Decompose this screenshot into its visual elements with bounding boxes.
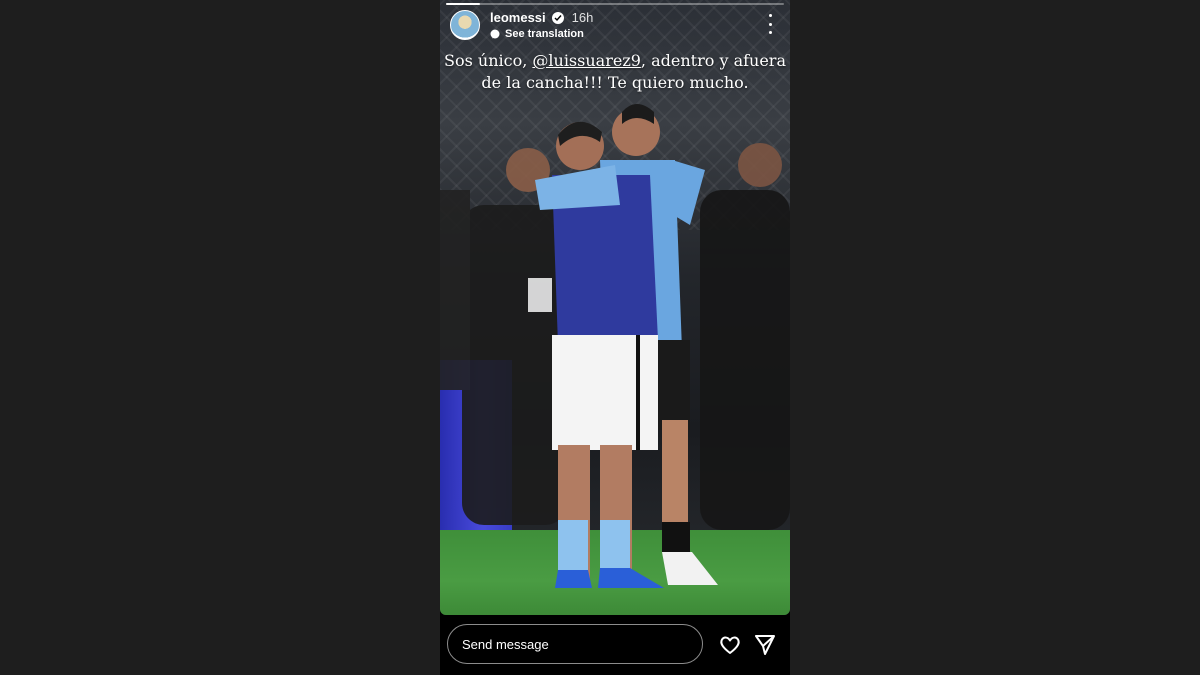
send-message-input[interactable]: Send message [447,624,703,664]
story-progress-bar [446,3,784,5]
story-meta: leomessi 16h See translation [490,10,593,40]
heart-icon[interactable] [718,633,742,657]
see-translation-link[interactable]: See translation [505,28,584,40]
story-header: leomessi 16h See translation [450,10,780,44]
bg-person [738,143,782,187]
story-caption: Sos único, @luissuarez9, adentro y afuer… [440,50,790,94]
translate-icon [490,29,500,39]
story-viewer: leomessi 16h See translation Sos único, … [440,0,790,675]
story-user-row: leomessi 16h [490,10,593,25]
verified-badge-icon [551,11,564,24]
bg-person [700,190,790,530]
accreditation-badge [528,278,552,312]
profile-avatar[interactable] [450,10,480,40]
translation-row[interactable]: See translation [490,28,593,40]
caption-mention-link[interactable]: @luissuarez9 [532,51,641,70]
story-progress-fill [446,3,480,5]
story-reply-bar: Send message [440,615,790,675]
username[interactable]: leomessi [490,10,546,25]
send-paper-plane-icon[interactable] [753,633,777,657]
story-timestamp: 16h [571,10,594,25]
bg-person [440,190,470,390]
story-photo[interactable]: leomessi 16h See translation Sos único, … [440,0,790,615]
bg-person [462,205,567,525]
more-vertical-icon[interactable] [762,14,778,34]
caption-prefix: Sos único, [444,51,533,70]
